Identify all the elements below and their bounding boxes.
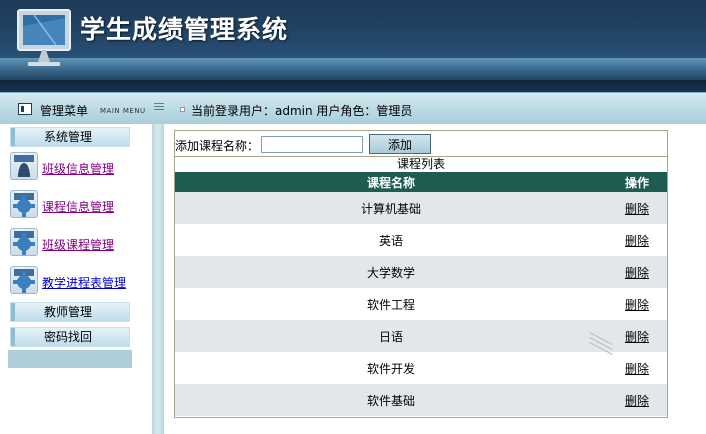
banner-stripe-dark	[0, 80, 706, 92]
sidebar-item-course-info[interactable]: 课程信息管理	[10, 189, 150, 220]
person-window-icon	[10, 151, 38, 180]
menu-header-bar: 管理菜单 MAIN MENU 当前登录用户：admin 用户角色：管理员	[0, 92, 706, 124]
menu-title: 管理菜单	[40, 104, 89, 118]
delete-link[interactable]: 删除	[625, 330, 649, 344]
decorative-strokes	[588, 331, 622, 358]
sidebar-section-password[interactable]: 密码找回	[10, 327, 130, 347]
current-user-info: 当前登录用户：admin 用户角色：管理员	[191, 104, 413, 118]
sidebar: 系统管理 班级信息管理 课程信息管理 班级课程管理 教学进程表管理 教师管理 密…	[0, 124, 152, 434]
sidebar-link-course-info[interactable]: 课程信息管理	[42, 198, 114, 215]
delete-link[interactable]: 删除	[625, 298, 649, 312]
course-name-cell: 软件基础	[175, 384, 607, 416]
sidebar-link-class-info[interactable]: 班级信息管理	[42, 160, 114, 177]
column-header-course-name: 课程名称	[175, 172, 607, 192]
delete-link[interactable]: 删除	[625, 362, 649, 376]
course-name-cell: 大学数学	[175, 256, 607, 288]
menu-window-icon	[18, 103, 32, 115]
course-table: 课程名称 操作 计算机基础 删除 英语 删除 大学数学 删除 软件工程 删除 日	[175, 172, 667, 416]
sidebar-footer	[8, 350, 132, 368]
sidebar-divider	[152, 124, 164, 434]
add-course-label: 添加课程名称：	[175, 139, 260, 153]
gear-icon	[10, 189, 38, 218]
sidebar-section-teacher[interactable]: 教师管理	[10, 302, 130, 322]
course-name-cell: 计算机基础	[175, 192, 607, 224]
monitor-icon	[17, 9, 71, 66]
course-name-cell: 软件开发	[175, 352, 607, 384]
add-course-row: 添加课程名称： 添加	[175, 133, 667, 155]
collapse-lines-icon[interactable]	[154, 103, 164, 113]
gear-icon	[10, 227, 38, 256]
column-header-action: 操作	[607, 172, 667, 192]
table-row: 英语 删除	[175, 224, 667, 256]
course-name-input[interactable]	[261, 136, 363, 153]
table-row: 大学数学 删除	[175, 256, 667, 288]
delete-link[interactable]: 删除	[625, 394, 649, 408]
header-banner: 学生成绩管理系统	[0, 0, 706, 92]
sidebar-link-teaching-schedule[interactable]: 教学进程表管理	[42, 274, 126, 291]
table-row: 计算机基础 删除	[175, 192, 667, 224]
add-button[interactable]: 添加	[369, 134, 431, 154]
table-row: 软件基础 删除	[175, 384, 667, 416]
course-panel: 添加课程名称： 添加 课程列表 课程名称 操作 计算机基础 删除 英语 删除 大…	[174, 130, 668, 418]
bullet-icon	[180, 107, 185, 112]
sidebar-section-system[interactable]: 系统管理	[10, 127, 130, 147]
course-name-cell: 软件工程	[175, 288, 607, 320]
banner-stripe	[0, 58, 706, 80]
sidebar-link-class-course[interactable]: 班级课程管理	[42, 236, 114, 253]
gear-icon	[10, 265, 38, 294]
course-list-title: 课程列表	[175, 156, 667, 171]
table-header-row: 课程名称 操作	[175, 172, 667, 192]
delete-link[interactable]: 删除	[625, 266, 649, 280]
sidebar-item-class-info[interactable]: 班级信息管理	[10, 151, 150, 182]
course-name-cell: 日语	[175, 320, 607, 352]
course-name-cell: 英语	[175, 224, 607, 256]
page-title: 学生成绩管理系统	[80, 15, 289, 44]
delete-link[interactable]: 删除	[625, 202, 649, 216]
sidebar-item-class-course[interactable]: 班级课程管理	[10, 227, 150, 258]
menu-subtitle: MAIN MENU	[100, 107, 146, 115]
sidebar-item-teaching-schedule[interactable]: 教学进程表管理	[10, 265, 150, 296]
delete-link[interactable]: 删除	[625, 234, 649, 248]
table-row: 软件工程 删除	[175, 288, 667, 320]
